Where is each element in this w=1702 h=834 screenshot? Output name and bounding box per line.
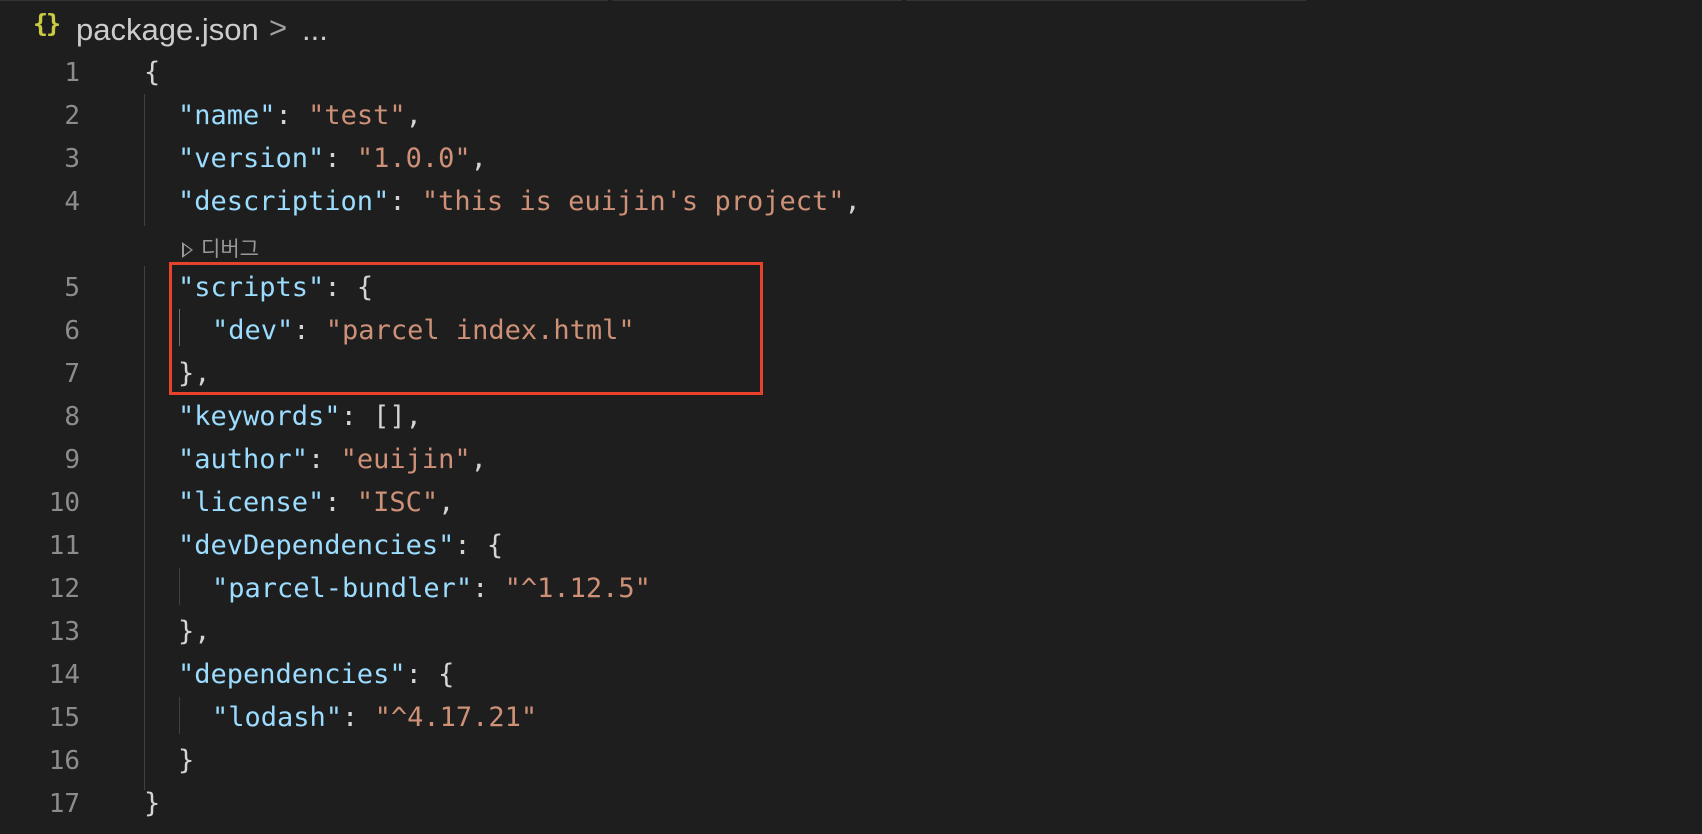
scripts-highlight-box: [169, 262, 763, 395]
json-punctuation: :: [275, 100, 309, 131]
play-icon: [182, 242, 193, 258]
json-punctuation: ,: [405, 100, 422, 131]
code-line[interactable]: 2 "name": "test",: [0, 95, 1702, 138]
json-string: "euijin": [340, 444, 471, 475]
debug-codelens-label: 디버그: [201, 238, 259, 261]
line-number: 10: [48, 488, 80, 518]
tab-divider: [906, 0, 1306, 1]
code-line[interactable]: 10 "license": "ISC",: [0, 482, 1702, 525]
code-line[interactable]: 16}: [0, 740, 1702, 783]
json-punctuation: :: [324, 487, 357, 518]
code-text: },: [178, 613, 211, 651]
json-punctuation: : [],: [340, 401, 422, 432]
json-punctuation: :: [308, 444, 341, 475]
json-punctuation: :: [472, 573, 505, 604]
breadcrumb-file[interactable]: package.json: [76, 12, 259, 48]
code-line[interactable]: 17}: [0, 783, 1702, 826]
code-text: }: [178, 742, 194, 780]
line-number: 4: [64, 187, 80, 217]
code-text: "dependencies": {: [178, 656, 454, 694]
breadcrumb-more[interactable]: ...: [302, 12, 328, 48]
debug-codelens[interactable]: 디버그: [182, 233, 259, 263]
json-key: "lodash": [212, 702, 343, 733]
code-text: "name": "test",: [178, 97, 422, 135]
line-number: 15: [48, 703, 80, 733]
indent-guide: [144, 266, 145, 790]
code-line[interactable]: 8 "keywords": [],: [0, 396, 1702, 439]
json-string: "this is euijin's project": [421, 186, 845, 217]
line-number: 7: [64, 359, 80, 389]
code-line[interactable]: 11 "devDependencies": {: [0, 525, 1702, 568]
json-string: "test": [308, 100, 406, 131]
code-text: "devDependencies": {: [178, 527, 503, 565]
code-line[interactable]: 1{: [0, 52, 1702, 95]
code-text: {: [144, 54, 160, 92]
json-punctuation: :: [389, 186, 422, 217]
json-key: "description": [178, 186, 390, 217]
code-line[interactable]: 13},: [0, 611, 1702, 654]
line-number: 12: [48, 574, 80, 604]
line-number: 13: [48, 617, 80, 647]
json-punctuation: }: [144, 788, 161, 819]
tab-divider: [0, 0, 608, 1]
json-punctuation: ,: [844, 186, 861, 217]
json-key: "parcel-bundler": [212, 573, 473, 604]
line-number: 1: [64, 58, 80, 88]
json-string: "^1.12.5": [504, 573, 651, 604]
json-punctuation: ,: [470, 444, 487, 475]
chevron-right-icon: >: [269, 10, 288, 45]
line-number: 6: [64, 316, 80, 346]
line-number: 8: [64, 402, 80, 432]
code-text: "parcel-bundler": "^1.12.5": [212, 570, 651, 608]
breadcrumb: {} package.json > ...: [0, 0, 1702, 58]
line-number: 9: [64, 445, 80, 475]
json-braces-icon: {}: [33, 9, 61, 38]
json-punctuation: }: [178, 745, 195, 776]
code-line[interactable]: 14 "dependencies": {: [0, 654, 1702, 697]
json-punctuation: :: [324, 143, 357, 174]
json-key: "author": [178, 444, 309, 475]
json-punctuation: {: [144, 57, 161, 88]
json-key: "license": [178, 487, 325, 518]
json-key: "dependencies": [178, 659, 406, 690]
line-number: 3: [64, 144, 80, 174]
indent-guide: [179, 697, 180, 734]
code-text: "license": "ISC",: [178, 484, 454, 522]
json-key: "name": [178, 100, 276, 131]
json-punctuation: :: [342, 702, 375, 733]
code-text: "description": "this is euijin's project…: [178, 183, 861, 221]
code-line[interactable]: 4 "description": "this is euijin's projec…: [0, 181, 1702, 224]
code-line[interactable]: 12 "parcel-bundler": "^1.12.5": [0, 568, 1702, 611]
json-string: "^4.17.21": [374, 702, 538, 733]
code-line[interactable]: 9 "author": "euijin",: [0, 439, 1702, 482]
indent-guide: [144, 94, 145, 226]
line-number: 5: [64, 273, 80, 303]
json-punctuation: : {: [405, 659, 455, 690]
code-text: }: [144, 785, 160, 823]
json-punctuation: },: [178, 616, 211, 647]
json-punctuation: : {: [454, 530, 504, 561]
json-punctuation: ,: [470, 143, 487, 174]
code-text: "keywords": [],: [178, 398, 422, 436]
code-line[interactable]: 15 "lodash": "^4.17.21": [0, 697, 1702, 740]
line-number: 2: [64, 101, 80, 131]
line-number: 16: [48, 746, 80, 776]
code-text: "author": "euijin",: [178, 441, 487, 479]
line-number: 14: [48, 660, 80, 690]
json-key: "version": [178, 143, 325, 174]
indent-guide: [179, 568, 180, 605]
line-number: 17: [48, 789, 80, 819]
code-text: "version": "1.0.0",: [178, 140, 487, 178]
json-string: "1.0.0": [356, 143, 471, 174]
tab-divider: [612, 0, 902, 1]
json-key: "keywords": [178, 401, 341, 432]
code-line[interactable]: 3 "version": "1.0.0",: [0, 138, 1702, 181]
line-number: 11: [48, 531, 80, 561]
code-text: "lodash": "^4.17.21": [212, 699, 537, 737]
json-key: "devDependencies": [178, 530, 455, 561]
json-punctuation: ,: [438, 487, 455, 518]
json-string: "ISC": [356, 487, 439, 518]
